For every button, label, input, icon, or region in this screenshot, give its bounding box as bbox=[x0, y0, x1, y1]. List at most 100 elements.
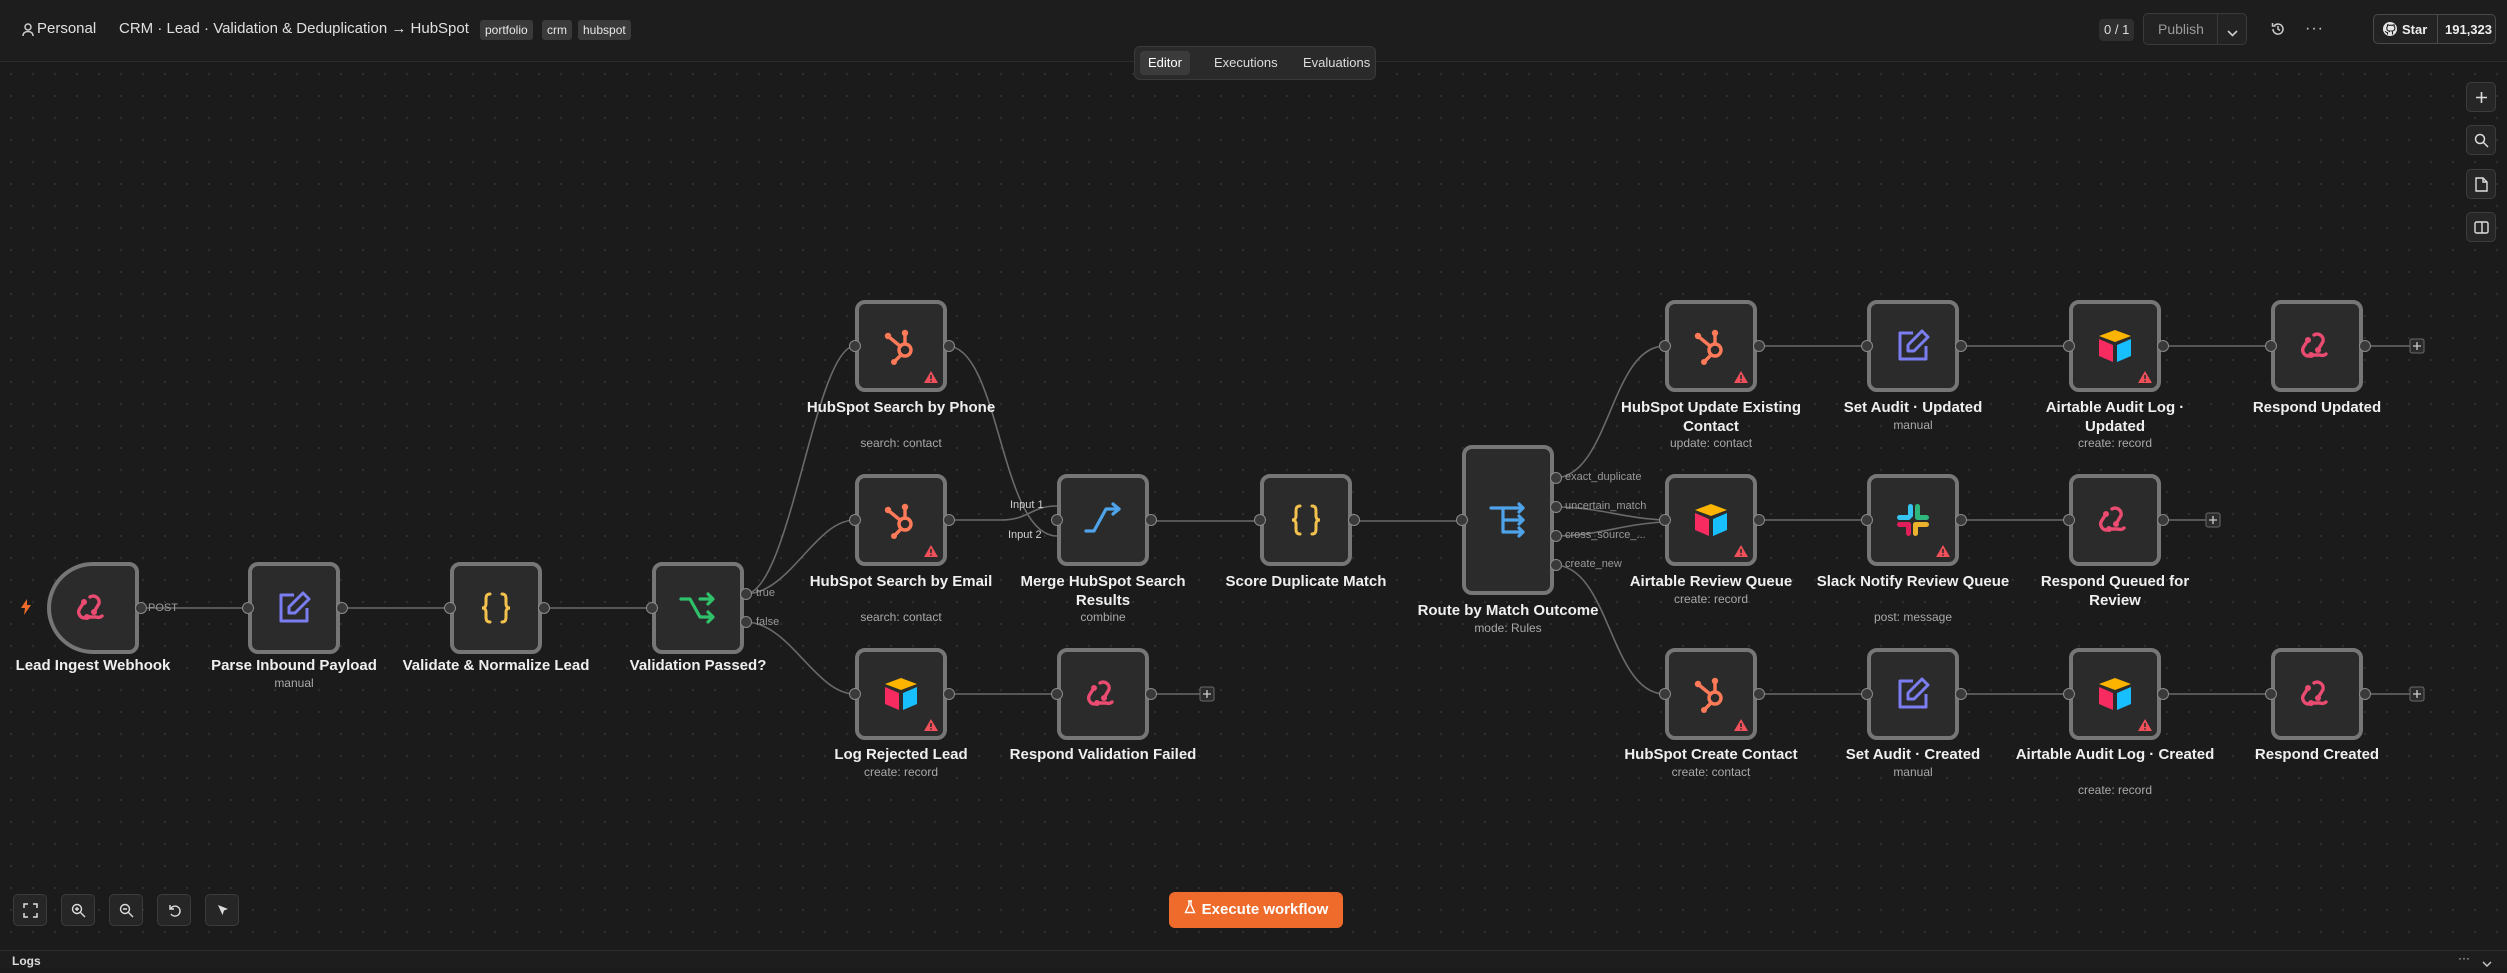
output-port[interactable] bbox=[1955, 688, 1967, 700]
hubspot-icon bbox=[1691, 674, 1731, 714]
node-subtitle: search: contact bbox=[860, 436, 942, 450]
input-port[interactable] bbox=[2265, 340, 2277, 352]
output-port[interactable] bbox=[1550, 559, 1562, 571]
output-port[interactable] bbox=[1550, 530, 1562, 542]
input-port[interactable] bbox=[2265, 688, 2277, 700]
output-port[interactable] bbox=[1550, 501, 1562, 513]
workflow-node[interactable] bbox=[2271, 300, 2363, 392]
input-port[interactable] bbox=[1861, 340, 1873, 352]
node-label: Route by Match Outcome bbox=[1417, 602, 1599, 619]
tab-executions[interactable]: Executions bbox=[1206, 51, 1286, 75]
output-port[interactable] bbox=[1955, 340, 1967, 352]
workflow-node[interactable] bbox=[450, 562, 542, 654]
search-tool-button[interactable] bbox=[2466, 125, 2496, 155]
workflow-node[interactable] bbox=[1665, 648, 1757, 740]
input-port[interactable] bbox=[2063, 340, 2075, 352]
workflow-node[interactable] bbox=[248, 562, 340, 654]
warning-icon bbox=[1733, 370, 1749, 384]
execute-workflow-button[interactable]: Execute workflow bbox=[1169, 892, 1343, 928]
output-port[interactable] bbox=[1145, 688, 1157, 700]
input-port[interactable] bbox=[849, 340, 861, 352]
output-port[interactable] bbox=[1753, 340, 1765, 352]
output-port[interactable] bbox=[2157, 514, 2169, 526]
input-port[interactable] bbox=[1456, 514, 1468, 526]
input-port[interactable] bbox=[849, 514, 861, 526]
airtable-icon bbox=[2095, 674, 2135, 714]
output-port[interactable] bbox=[1753, 688, 1765, 700]
undo-button[interactable] bbox=[157, 894, 191, 926]
output-port[interactable] bbox=[1550, 472, 1562, 484]
input-port[interactable] bbox=[1861, 688, 1873, 700]
input-port[interactable] bbox=[1051, 514, 1063, 526]
zoom-in-button[interactable] bbox=[61, 894, 95, 926]
output-port[interactable] bbox=[943, 514, 955, 526]
input-port[interactable] bbox=[1659, 688, 1671, 700]
input-port[interactable] bbox=[2063, 688, 2075, 700]
output-port[interactable] bbox=[2359, 688, 2371, 700]
workflow-node[interactable] bbox=[2069, 648, 2161, 740]
logs-more-icon[interactable]: ··· bbox=[2458, 951, 2470, 965]
node-subtitle: update: contact bbox=[1669, 436, 1753, 450]
tab-editor[interactable]: Editor bbox=[1140, 51, 1190, 75]
toggle-panel-button[interactable] bbox=[2466, 212, 2496, 242]
workflow-node[interactable] bbox=[1057, 474, 1149, 566]
workflow-node[interactable] bbox=[1867, 474, 1959, 566]
workflow-node[interactable] bbox=[652, 562, 744, 654]
input-port[interactable] bbox=[1659, 340, 1671, 352]
chevron-down-icon[interactable] bbox=[2482, 955, 2492, 973]
input-port[interactable] bbox=[1254, 514, 1266, 526]
input-port[interactable] bbox=[646, 602, 658, 614]
workflow-node[interactable] bbox=[1462, 445, 1554, 595]
input-port[interactable] bbox=[2063, 514, 2075, 526]
input-port[interactable] bbox=[1659, 514, 1671, 526]
workflow-node[interactable] bbox=[855, 474, 947, 566]
add-node-tool-button[interactable] bbox=[2466, 82, 2496, 112]
workflow-node[interactable] bbox=[1665, 474, 1757, 566]
logs-label: Logs bbox=[12, 954, 41, 968]
output-port[interactable] bbox=[2157, 688, 2169, 700]
node-label: HubSpot Search by Phone bbox=[806, 399, 996, 416]
warning-icon bbox=[1733, 544, 1749, 558]
select-mode-button[interactable] bbox=[205, 894, 239, 926]
workflow-node[interactable] bbox=[1867, 648, 1959, 740]
input-port[interactable] bbox=[1051, 688, 1063, 700]
output-port[interactable] bbox=[1955, 514, 1967, 526]
input-port[interactable] bbox=[849, 688, 861, 700]
workflow-node[interactable] bbox=[2069, 474, 2161, 566]
output-port[interactable] bbox=[1753, 514, 1765, 526]
tab-evaluations[interactable]: Evaluations bbox=[1295, 51, 1378, 75]
zoom-out-button[interactable] bbox=[109, 894, 143, 926]
input-port[interactable] bbox=[1861, 514, 1873, 526]
output-port[interactable] bbox=[740, 588, 752, 600]
hubspot-icon bbox=[881, 326, 921, 366]
port-label-input-1: Input 1 bbox=[1010, 499, 1044, 511]
panel-icon bbox=[2474, 221, 2489, 234]
workflow-node[interactable] bbox=[2069, 300, 2161, 392]
workflow-node[interactable] bbox=[855, 300, 947, 392]
node-label: Slack Notify Review Queue bbox=[1816, 573, 2010, 590]
output-port[interactable] bbox=[740, 616, 752, 628]
sticky-note-tool-button[interactable] bbox=[2466, 169, 2496, 199]
output-port[interactable] bbox=[1348, 514, 1360, 526]
code-icon bbox=[476, 588, 516, 628]
workflow-node[interactable] bbox=[855, 648, 947, 740]
workflow-node[interactable] bbox=[1665, 300, 1757, 392]
node-label: HubSpot Update Existing Contact bbox=[1621, 399, 1801, 435]
output-port[interactable] bbox=[336, 602, 348, 614]
fit-view-button[interactable] bbox=[13, 894, 47, 926]
output-port[interactable] bbox=[538, 602, 550, 614]
output-port[interactable] bbox=[135, 602, 147, 614]
workflow-node[interactable] bbox=[2271, 648, 2363, 740]
output-port[interactable] bbox=[1145, 514, 1157, 526]
workflow-node[interactable] bbox=[47, 562, 139, 654]
output-port[interactable] bbox=[2157, 340, 2169, 352]
logs-bar[interactable]: Logs ··· bbox=[0, 950, 2507, 968]
workflow-node[interactable] bbox=[1057, 648, 1149, 740]
output-port[interactable] bbox=[943, 688, 955, 700]
output-port[interactable] bbox=[2359, 340, 2371, 352]
input-port[interactable] bbox=[444, 602, 456, 614]
input-port[interactable] bbox=[242, 602, 254, 614]
output-port[interactable] bbox=[943, 340, 955, 352]
workflow-node[interactable] bbox=[1867, 300, 1959, 392]
workflow-node[interactable] bbox=[1260, 474, 1352, 566]
